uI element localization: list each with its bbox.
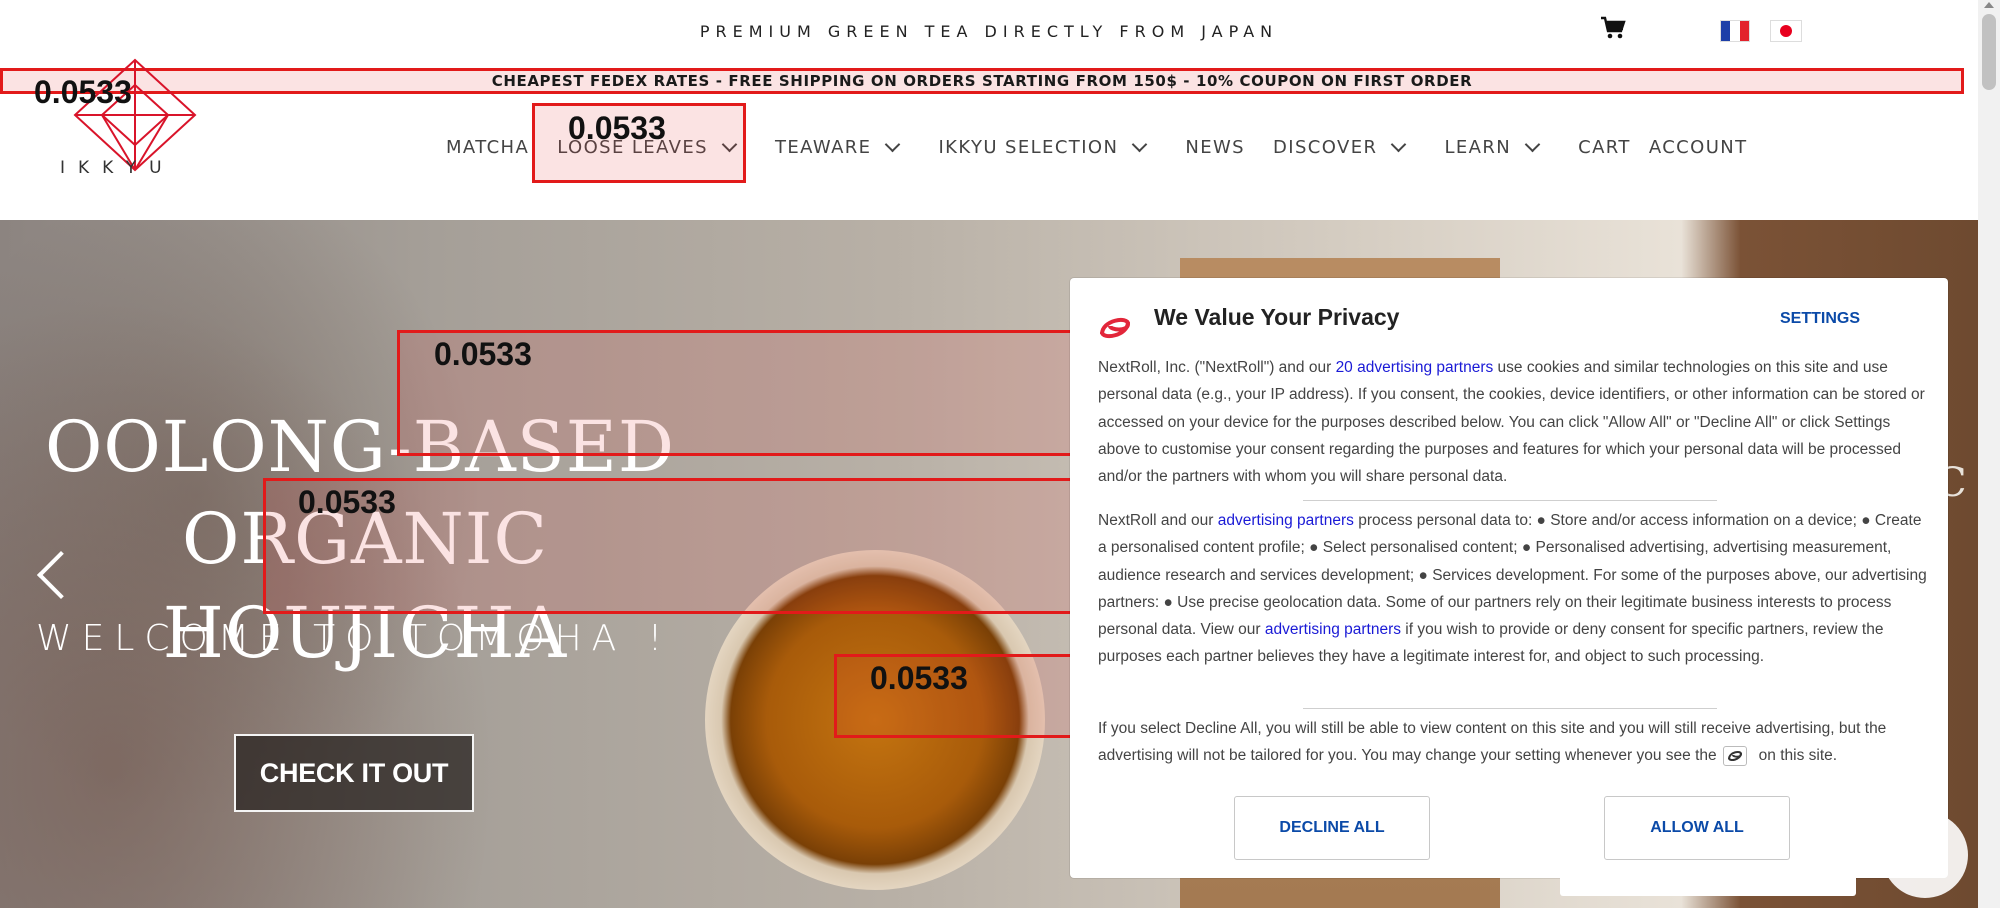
score-label: 0.0533: [870, 660, 968, 696]
nav-learn[interactable]: LEARN: [1444, 136, 1541, 158]
flag-france-icon[interactable]: [1720, 20, 1750, 42]
top-strip: PREMIUM GREEN TEA DIRECTLY FROM JAPAN: [0, 0, 1978, 62]
scroll-up-icon[interactable]: [1984, 2, 1994, 8]
score-label: 0.0533: [298, 484, 396, 520]
logo-wordmark: IKKYU: [60, 158, 175, 178]
nav-cart[interactable]: CART: [1578, 137, 1631, 158]
flag-japan-icon[interactable]: [1770, 20, 1802, 42]
score-label: 0.0533: [34, 74, 132, 110]
nav-label: CART: [1578, 136, 1631, 158]
chevron-down-icon: [1132, 136, 1148, 152]
decline-all-button[interactable]: DECLINE ALL: [1234, 796, 1430, 860]
nav-discover[interactable]: DISCOVER: [1273, 136, 1407, 158]
shipping-banner: CHEAPEST FEDEX RATES - FREE SHIPPING ON …: [0, 68, 1964, 94]
scrollbar-thumb[interactable]: [1982, 14, 1996, 90]
consent-text: NextRoll, Inc. ("NextRoll") and our: [1098, 359, 1336, 376]
consent-title: We Value Your Privacy: [1154, 304, 1400, 330]
nav-label: NEWS: [1185, 136, 1246, 158]
nav-label: TEAWARE: [774, 136, 872, 158]
allow-all-button[interactable]: ALLOW ALL: [1604, 796, 1790, 860]
nav-account[interactable]: ACCOUNT: [1649, 137, 1748, 158]
consent-paragraph-2: NextRoll and our advertising partners pr…: [1098, 507, 1928, 671]
score-label: 0.0533: [434, 336, 532, 372]
nav-label: LEARN: [1444, 136, 1512, 158]
consent-paragraph-3: If you select Decline All, you will stil…: [1098, 715, 1928, 770]
advertising-partners-link[interactable]: 20 advertising partners: [1336, 359, 1494, 376]
background-card: [1560, 860, 1856, 896]
settings-link[interactable]: SETTINGS: [1780, 310, 1860, 328]
consent-text: on this site.: [1758, 747, 1838, 765]
consent-text: NextRoll and our: [1098, 512, 1218, 529]
nav-teaware[interactable]: TEAWARE: [774, 136, 901, 158]
nav-label: IKKYU SELECTION: [938, 136, 1119, 158]
advertising-partners-link[interactable]: advertising partners: [1265, 621, 1401, 638]
chevron-down-icon: [885, 136, 901, 152]
consent-paragraph-1: NextRoll, Inc. ("NextRoll") and our 20 a…: [1098, 354, 1928, 490]
cart-icon[interactable]: [1600, 16, 1626, 40]
divider: [1303, 500, 1717, 501]
tagline: PREMIUM GREEN TEA DIRECTLY FROM JAPAN: [699, 22, 1279, 41]
chevron-down-icon: [1524, 136, 1541, 152]
nav-news[interactable]: NEWS: [1185, 137, 1245, 158]
check-it-out-button[interactable]: CHECK IT OUT: [234, 734, 474, 812]
privacy-consent-dialog: We Value Your Privacy SETTINGS NextRoll,…: [1070, 278, 1948, 878]
consent-text: use cookies and similar technologies on …: [1098, 359, 1925, 486]
consent-text: process personal data to: ● Store and/or…: [1098, 512, 1927, 639]
nav-label: DISCOVER: [1273, 136, 1378, 158]
nextroll-settings-icon: [1722, 746, 1747, 767]
nav-label: MATCHA: [446, 136, 530, 158]
nextroll-logo-icon: [1100, 317, 1131, 339]
advertising-partners-link[interactable]: advertising partners: [1218, 512, 1354, 529]
nav-label: ACCOUNT: [1648, 136, 1748, 158]
chat-widget-icon[interactable]: [1882, 812, 1968, 898]
nav-matcha[interactable]: MATCHA: [446, 137, 529, 158]
chevron-down-icon: [1391, 136, 1407, 152]
nav-ikkyu-selection[interactable]: IKKYU SELECTION: [938, 136, 1148, 158]
page-scrollbar[interactable]: [1978, 0, 2000, 908]
divider: [1303, 708, 1717, 709]
score-label: 0.0533: [568, 110, 666, 146]
hero-subtitle: WELCOME TO TOMOHA !: [36, 618, 673, 659]
